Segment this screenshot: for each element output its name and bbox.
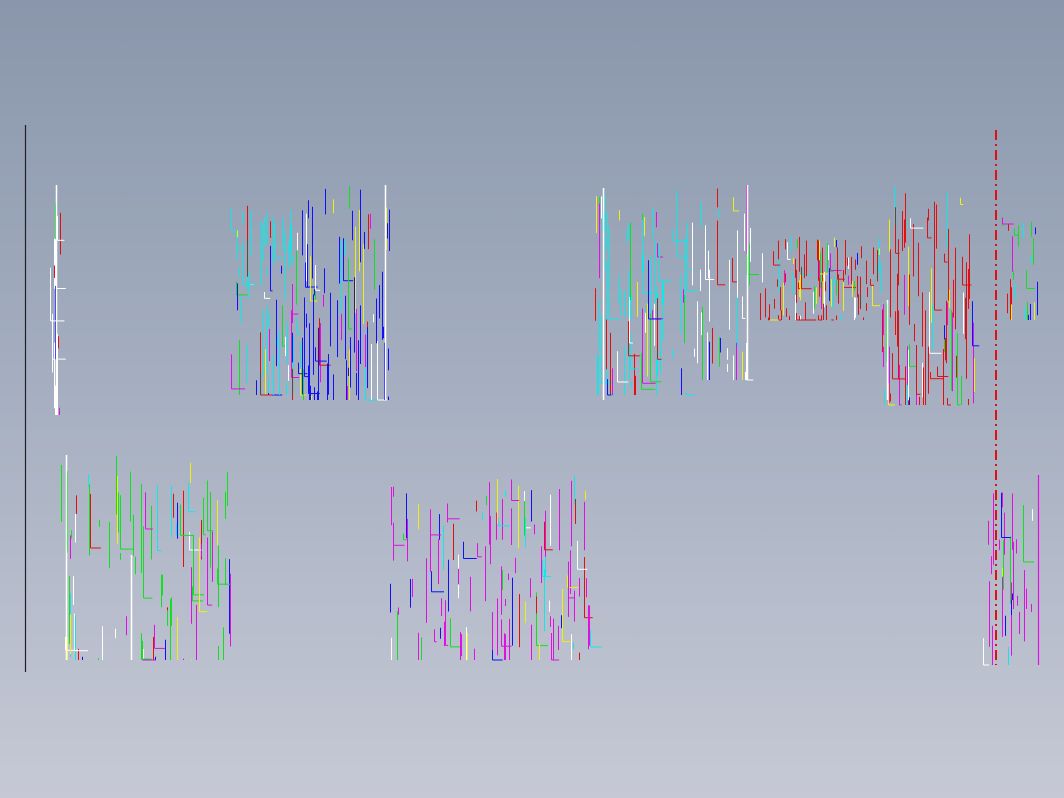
cad-geometry: [50, 185, 1040, 666]
cad-viewport[interactable]: [0, 0, 1064, 798]
cad-drawing-canvas[interactable]: [0, 0, 1064, 798]
